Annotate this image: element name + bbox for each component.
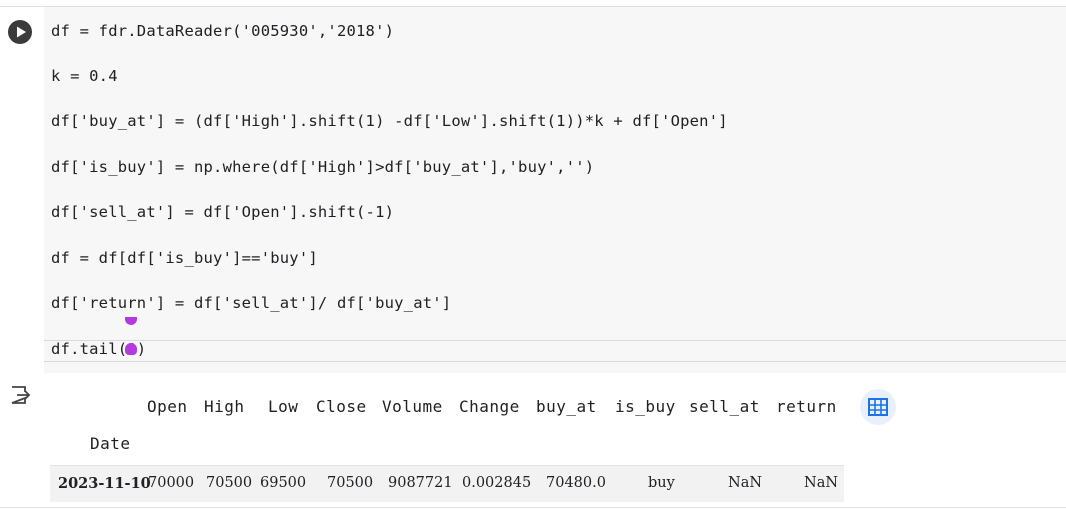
code-editor[interactable]: df = fdr.DataReader('005930','2018') k =…	[44, 7, 1066, 373]
table-cell: 70500	[327, 475, 374, 491]
code-line[interactable]: df['is_buy'] = np.where(df['High']>df['b…	[51, 156, 594, 178]
code-line[interactable]: df = fdr.DataReader('005930','2018')	[51, 20, 394, 42]
output-redirect-button[interactable]	[8, 383, 32, 407]
column-header: buy_at	[536, 397, 597, 416]
table-cell: NaN	[804, 475, 839, 491]
table-cell: 0.002845	[462, 475, 532, 491]
column-header: return	[776, 397, 837, 416]
table-icon	[868, 398, 888, 416]
collaborator-cursor-marker	[125, 343, 137, 355]
code-line[interactable]: df['buy_at'] = (df['High'].shift(1) -df[…	[51, 110, 728, 132]
code-cell[interactable]: df = fdr.DataReader('005930','2018') k =…	[0, 6, 1066, 508]
table-cell: 70500	[206, 475, 253, 491]
table-cell: 69500	[260, 475, 307, 491]
table-cell: 70480.0	[546, 475, 606, 491]
column-header: High	[204, 397, 245, 416]
table-cell: buy	[648, 475, 675, 491]
code-line[interactable]: df = df[df['is_buy']=='buy']	[51, 247, 318, 269]
column-header: Low	[268, 397, 299, 416]
column-header: sell_at	[689, 397, 760, 416]
active-line-highlight	[44, 340, 1066, 362]
column-header: Volume	[382, 397, 443, 416]
code-line[interactable]: df['sell_at'] = df['Open'].shift(-1)	[51, 201, 394, 223]
cell-gutter	[0, 7, 44, 507]
column-header: Change	[459, 397, 520, 416]
collaborator-cursor-marker	[125, 317, 137, 325]
code-line[interactable]: k = 0.4	[51, 65, 118, 87]
column-header: is_buy	[615, 397, 676, 416]
column-header: Open	[147, 397, 188, 416]
column-header: Close	[316, 397, 367, 416]
play-icon	[17, 26, 26, 38]
convert-to-interactive-table-button[interactable]	[860, 389, 896, 425]
code-line[interactable]: df['return'] = df['sell_at']/ df['buy_at…	[51, 292, 451, 314]
output-redirect-icon	[11, 386, 31, 404]
table-cell: 70000	[148, 475, 195, 491]
run-cell-button[interactable]	[8, 20, 32, 44]
table-cell: 9087721	[388, 475, 453, 491]
output-area: Open High Low Close Volume Change buy_at…	[50, 379, 850, 509]
table-cell: NaN	[728, 475, 763, 491]
index-name: Date	[90, 434, 131, 453]
row-index: 2023-11-10	[58, 475, 151, 492]
